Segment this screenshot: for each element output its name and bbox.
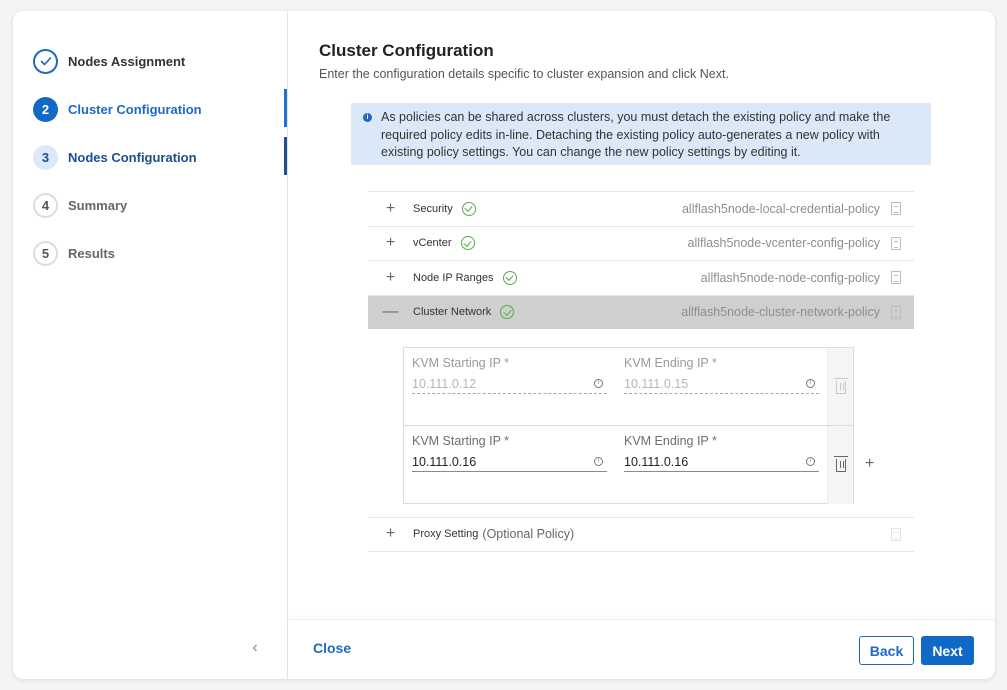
expand-plus-icon[interactable]: + xyxy=(368,269,413,287)
info-alert: i As policies can be shared across clust… xyxy=(351,103,931,165)
info-icon[interactable]: i xyxy=(806,457,815,466)
policy-document-icon xyxy=(891,527,901,541)
row-actions xyxy=(827,426,853,504)
wizard-dialog: Nodes Assignment 2 Cluster Configuration… xyxy=(13,11,995,679)
ip-range-row: KVM Starting IP * 10.111.0.12 i KVM Endi… xyxy=(404,348,853,426)
info-icon[interactable]: i xyxy=(594,379,603,388)
page-subtitle: Enter the configuration details specific… xyxy=(319,67,729,81)
kvm-ending-ip-input: 10.111.0.15 i xyxy=(624,374,819,394)
alert-text: As policies can be shared across cluster… xyxy=(381,110,891,159)
step-label: Results xyxy=(68,245,115,261)
field-value: 10.111.0.16 xyxy=(624,455,689,469)
field-value: 10.111.0.15 xyxy=(624,377,689,391)
step-complete-check-icon xyxy=(33,48,58,74)
wizard-steps-sidebar: Nodes Assignment 2 Cluster Configuration… xyxy=(13,11,288,679)
policy-row-vcenter[interactable]: + vCenter allflash5node-vcenter-config-p… xyxy=(368,225,914,261)
field-value: 10.111.0.16 xyxy=(412,455,477,469)
info-icon[interactable]: i xyxy=(594,457,603,466)
kvm-starting-ip-field: KVM Starting IP * 10.111.0.16 i xyxy=(412,434,607,472)
info-icon[interactable]: i xyxy=(806,379,815,388)
policy-name: Security xyxy=(413,202,453,215)
expand-plus-icon[interactable]: + xyxy=(368,234,413,252)
kvm-ip-ranges: KVM Starting IP * 10.111.0.12 i KVM Endi… xyxy=(403,347,854,504)
step-label: Summary xyxy=(68,197,128,213)
delete-trash-icon[interactable] xyxy=(834,456,848,472)
step-cluster-configuration[interactable]: 2 Cluster Configuration xyxy=(33,96,202,122)
step-label: Nodes Configuration xyxy=(68,149,197,165)
step-number: 3 xyxy=(33,144,58,170)
policy-document-icon[interactable] xyxy=(891,271,901,285)
step-number: 4 xyxy=(33,192,58,218)
kvm-starting-ip-field: KVM Starting IP * 10.111.0.12 i xyxy=(412,356,607,394)
valid-check-icon xyxy=(461,201,476,216)
info-icon: i xyxy=(363,113,372,122)
field-label: KVM Ending IP * xyxy=(624,434,717,448)
policy-value: allflash5node-cluster-network-policy xyxy=(681,305,880,320)
back-button[interactable]: Back xyxy=(859,636,914,665)
policy-document-icon[interactable] xyxy=(891,202,901,216)
valid-check-icon xyxy=(502,270,517,285)
policy-name: Node IP Ranges xyxy=(413,271,494,284)
step-nodes-configuration[interactable]: 3 Nodes Configuration xyxy=(33,144,197,170)
policy-value: allflash5node-local-credential-policy xyxy=(681,201,880,216)
close-button[interactable]: Close xyxy=(313,640,351,656)
policy-name: Cluster Network xyxy=(413,306,492,319)
expand-plus-icon[interactable]: + xyxy=(368,525,413,543)
ip-range-row: KVM Starting IP * 10.111.0.16 i KVM Endi… xyxy=(404,426,853,504)
policy-row-proxy-setting[interactable]: + Proxy Setting (Optional Policy) xyxy=(368,517,914,552)
optional-policy-note: (Optional Policy) xyxy=(482,527,575,542)
step-label: Nodes Assignment xyxy=(68,53,186,69)
kvm-ending-ip-field: KVM Ending IP * 10.111.0.16 i xyxy=(624,434,819,472)
policy-document-icon[interactable] xyxy=(891,236,901,250)
collapse-minus-icon[interactable]: — xyxy=(368,303,413,321)
step-nodes-assignment[interactable]: Nodes Assignment xyxy=(33,48,185,74)
page-title: Cluster Configuration xyxy=(319,41,494,60)
collapse-sidebar-chevron-left-icon[interactable]: ‹ xyxy=(245,639,265,659)
field-value: 10.111.0.12 xyxy=(412,377,477,391)
next-step-indicator xyxy=(284,137,287,175)
policy-name: Proxy Setting xyxy=(413,528,479,541)
policy-row-cluster-network[interactable]: — Cluster Network allflash5node-cluster-… xyxy=(368,294,914,329)
row-actions xyxy=(827,348,853,425)
kvm-starting-ip-input[interactable]: 10.111.0.16 i xyxy=(412,452,607,472)
step-results[interactable]: 5 Results xyxy=(33,240,115,266)
kvm-ending-ip-input[interactable]: 10.111.0.16 i xyxy=(624,452,819,472)
step-label: Cluster Configuration xyxy=(68,101,202,117)
add-ip-range-plus-icon[interactable]: + xyxy=(865,455,874,473)
main-content: Cluster Configuration Enter the configur… xyxy=(288,11,995,679)
policy-document-icon[interactable] xyxy=(891,305,901,319)
field-label: KVM Ending IP * xyxy=(624,356,717,370)
step-number: 2 xyxy=(33,96,58,122)
field-label: KVM Starting IP * xyxy=(412,356,510,370)
wizard-footer: Close Back Next xyxy=(288,619,995,679)
kvm-starting-ip-input: 10.111.0.12 i xyxy=(412,374,607,394)
policy-row-node-ip-ranges[interactable]: + Node IP Ranges allflash5node-node-conf… xyxy=(368,260,914,295)
step-summary[interactable]: 4 Summary xyxy=(33,192,127,218)
kvm-ending-ip-field: KVM Ending IP * 10.111.0.15 i xyxy=(624,356,819,394)
valid-check-icon xyxy=(460,236,475,251)
active-step-indicator xyxy=(284,89,287,127)
expand-plus-icon[interactable]: + xyxy=(368,200,413,218)
delete-trash-icon xyxy=(834,378,848,394)
valid-check-icon xyxy=(500,305,515,320)
step-number: 5 xyxy=(33,240,58,266)
policy-row-security[interactable]: + Security allflash5node-local-credentia… xyxy=(368,191,914,226)
next-button[interactable]: Next xyxy=(921,636,974,665)
field-label: KVM Starting IP * xyxy=(412,434,510,448)
policy-value: allflash5node-vcenter-config-policy xyxy=(687,236,880,251)
policy-value: allflash5node-node-config-policy xyxy=(700,270,880,285)
policy-name: vCenter xyxy=(413,237,452,250)
